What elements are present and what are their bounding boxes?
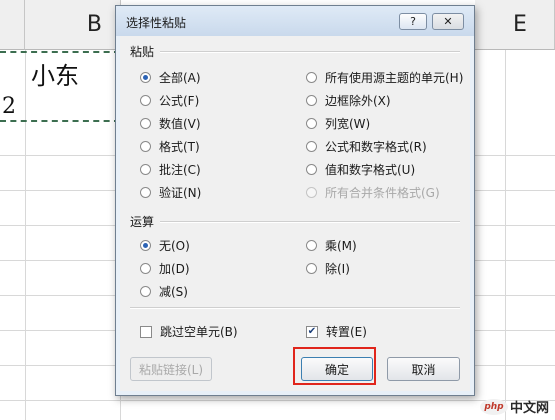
radio-circle [140,141,151,152]
radio-paste-comments[interactable]: 批注(C) [140,161,201,178]
radio-circle [140,240,151,251]
radio-paste-column-widths[interactable]: 列宽(W) [306,115,370,132]
column-header-b[interactable]: B [25,0,121,50]
checkbox-label: 转置(E) [326,325,367,339]
radio-circle [306,95,317,106]
radio-circle [306,187,317,198]
radio-paste-formulas-number-formats[interactable]: 公式和数字格式(R) [306,138,427,155]
radio-paste-no-borders[interactable]: 边框除外(X) [306,92,391,109]
radio-paste-all[interactable]: 全部(A) [140,69,201,86]
radio-paste-values[interactable]: 数值(V) [140,115,201,132]
php-logo: php [479,398,508,415]
radio-label: 所有使用源主题的单元(H) [325,71,464,85]
radio-circle [140,286,151,297]
close-button[interactable]: ✕ [432,13,464,30]
checkbox-skip-blanks[interactable]: 跳过空单元(B) [140,323,238,340]
question-mark-icon: ? [410,15,416,28]
radio-circle [140,187,151,198]
radio-circle [306,263,317,274]
radio-label: 所有合并条件格式(G) [325,186,440,200]
dialog-title: 选择性粘贴 [126,16,187,30]
radio-op-subtract[interactable]: 减(S) [140,283,188,300]
checkbox-box [140,325,152,338]
radio-op-none[interactable]: 无(O) [140,237,190,254]
cancel-button[interactable]: 取消 [387,357,460,381]
radio-paste-merge-conditional: 所有合并条件格式(G) [306,184,440,201]
radio-circle [140,95,151,106]
column-b-label: B [86,12,102,37]
radio-label: 全部(A) [159,71,201,85]
radio-label: 批注(C) [159,163,201,177]
radio-circle [306,72,317,83]
radio-paste-values-number-formats[interactable]: 值和数字格式(U) [306,161,415,178]
radio-circle [140,72,151,83]
paste-section-label: 粘贴 [130,45,155,59]
radio-circle [140,263,151,274]
radio-circle [306,240,317,251]
radio-label: 数值(V) [159,117,201,131]
radio-paste-validation[interactable]: 验证(N) [140,184,201,201]
dialog-titlebar[interactable]: 选择性粘贴 ? ✕ [116,6,474,36]
radio-label: 乘(M) [325,239,357,253]
cell-b1[interactable]: 小东 [31,56,79,91]
radio-paste-formats[interactable]: 格式(T) [140,138,200,155]
paste-section-divider [160,51,460,53]
radio-op-multiply[interactable]: 乘(M) [306,237,357,254]
dialog-body: 粘贴 全部(A) 公式(F) 数值(V) 格式(T) 批注(C) 验证(N) 所… [120,36,470,391]
radio-label: 列宽(W) [325,117,371,131]
radio-label: 加(D) [159,262,190,276]
checkbox-label: 跳过空单元(B) [160,325,238,339]
radio-label: 值和数字格式(U) [325,163,416,177]
radio-label: 公式和数字格式(R) [325,140,427,154]
radio-label: 减(S) [159,285,188,299]
column-header-e[interactable]: E [475,0,555,50]
ok-button-highlight [293,347,376,385]
column-header-a[interactable] [0,0,25,50]
radio-label: 边框除外(X) [325,94,391,108]
radio-label: 验证(N) [159,186,202,200]
cell-a2[interactable]: 2 [2,94,16,119]
checkmark-icon: ✔ [306,325,318,338]
column-e-label: E [513,12,527,37]
grid-line [0,400,555,401]
radio-paste-source-theme[interactable]: 所有使用源主题的单元(H) [306,69,463,86]
operation-section-divider [160,221,460,223]
radio-circle [306,141,317,152]
options-divider [130,307,460,309]
operation-section-label: 运算 [130,215,155,229]
radio-label: 除(I) [325,262,350,276]
paste-link-button[interactable]: 粘贴链接(L) [130,357,212,381]
radio-label: 无(O) [159,239,190,253]
radio-circle [140,118,151,129]
radio-circle [140,164,151,175]
checkbox-transpose[interactable]: ✔ 转置(E) [306,323,367,340]
close-icon: ✕ [443,15,453,28]
radio-circle [306,164,317,175]
radio-circle [306,118,317,129]
radio-op-divide[interactable]: 除(I) [306,260,350,277]
radio-op-add[interactable]: 加(D) [140,260,190,277]
watermark-text: 中文网 [509,401,549,416]
radio-paste-formulas[interactable]: 公式(F) [140,92,199,109]
radio-label: 公式(F) [159,94,200,108]
paste-special-dialog: 选择性粘贴 ? ✕ 粘贴 全部(A) 公式(F) 数值(V) 格式(T) 批注(… [115,5,475,396]
copy-marquee-bottom [0,120,120,122]
watermark: php 中文网 [479,397,549,416]
help-button[interactable]: ? [399,13,427,30]
copy-marquee-top [0,51,120,53]
radio-label: 格式(T) [159,140,200,154]
